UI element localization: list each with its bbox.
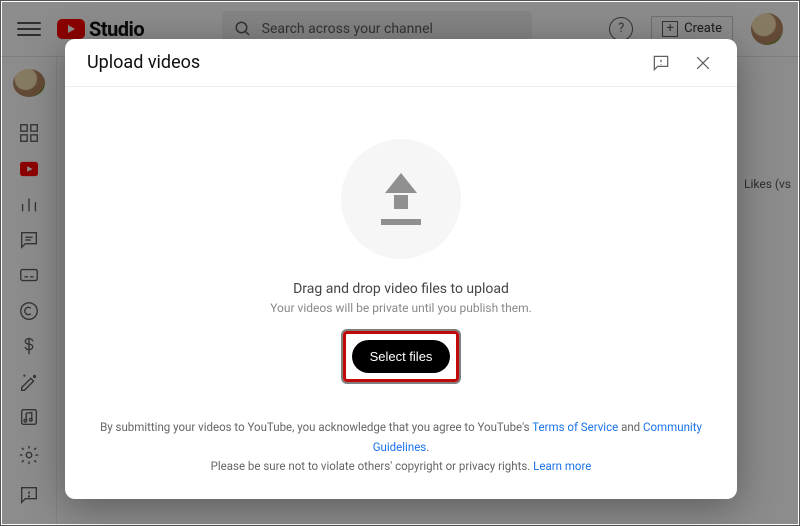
- dialog-title: Upload videos: [87, 52, 200, 73]
- footer-line-2: Please be sure not to violate others' co…: [95, 457, 707, 477]
- dialog-footer: By submitting your videos to YouTube, yo…: [65, 404, 737, 499]
- terms-of-service-link[interactable]: Terms of Service: [532, 420, 618, 434]
- dropzone-sub-text: Your videos will be private until you pu…: [270, 301, 532, 315]
- upload-circle: [341, 139, 461, 259]
- upload-dropzone[interactable]: Drag and drop video files to upload Your…: [65, 87, 737, 404]
- dropzone-main-text: Drag and drop video files to upload: [293, 281, 509, 297]
- learn-more-link[interactable]: Learn more: [533, 459, 591, 473]
- upload-icon: [381, 173, 421, 225]
- send-feedback-icon[interactable]: [649, 51, 673, 75]
- select-files-button[interactable]: Select files: [352, 340, 451, 373]
- dialog-header: Upload videos: [65, 39, 737, 87]
- footer-line-1: By submitting your videos to YouTube, yo…: [95, 418, 707, 457]
- select-files-highlight: Select files: [343, 331, 460, 382]
- upload-dialog: Upload videos Drag and drop video files …: [65, 39, 737, 499]
- close-icon[interactable]: [691, 51, 715, 75]
